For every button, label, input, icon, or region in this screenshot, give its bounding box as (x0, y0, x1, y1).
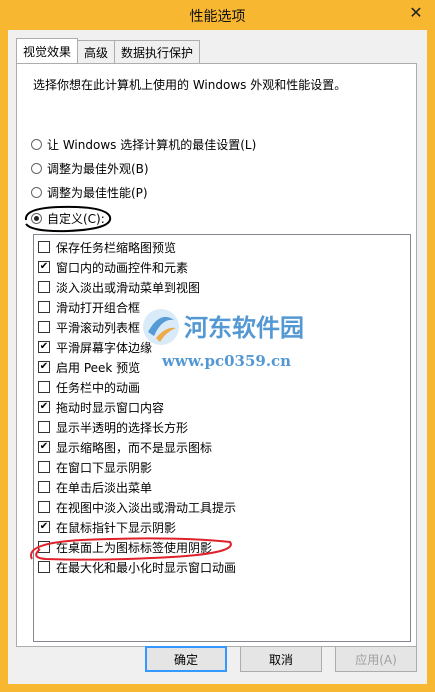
watermark-logo-icon (143, 309, 179, 345)
checkbox[interactable]: ✔ (38, 261, 50, 273)
item-label: 平滑滚动列表框 (56, 320, 141, 335)
tab-strip: 视觉效果 高级 数据执行保护 (16, 38, 201, 64)
watermark-name: 河东软件园 (184, 313, 304, 342)
checkbox[interactable] (38, 501, 50, 513)
list-item[interactable]: 保存任务栏缩略图预览 (38, 237, 176, 257)
watermark-url: www.pc0359.cn (162, 352, 292, 370)
checkbox[interactable]: ✔ (38, 441, 50, 453)
tab-advanced[interactable]: 高级 (77, 40, 116, 63)
list-item[interactable]: ✔ 启用 Peek 预览 (38, 357, 140, 377)
item-label: 在最大化和最小化时显示窗口动画 (56, 560, 237, 575)
item-label: 启用 Peek 预览 (56, 360, 141, 375)
checkbox[interactable]: ✔ (38, 361, 50, 373)
radio-button[interactable] (31, 139, 42, 150)
item-label: 任务栏中的动画 (56, 380, 141, 395)
radio-button[interactable] (31, 213, 42, 224)
item-label: 滑动打开组合框 (56, 300, 141, 315)
radio-label: 自定义(C): (47, 212, 105, 226)
list-item[interactable]: 在单击后淡出菜单 (38, 477, 152, 497)
list-item[interactable]: ✔ 在鼠标指针下显示阴影 (38, 517, 176, 537)
radio-label: 调整为最佳性能(P) (47, 186, 148, 200)
checkbox[interactable] (38, 301, 50, 313)
check-icon: ✔ (39, 521, 49, 532)
list-item[interactable]: ✔ 拖动时显示窗口内容 (38, 397, 164, 417)
list-item[interactable]: 滑动打开组合框 (38, 297, 140, 317)
item-label: 显示半透明的选择长方形 (56, 420, 189, 435)
radio-best-appearance[interactable]: 调整为最佳外观(B) (31, 160, 149, 177)
checkbox[interactable] (38, 461, 50, 473)
close-button[interactable]: ✕ (403, 1, 429, 23)
list-item[interactable]: 在桌面上为图标标签使用阴影 (38, 537, 212, 557)
tab-visual-effects[interactable]: 视觉效果 (16, 38, 79, 63)
close-icon: ✕ (409, 2, 423, 22)
checkbox[interactable] (38, 281, 50, 293)
radio-custom[interactable]: 自定义(C): (31, 210, 105, 227)
checkbox[interactable] (38, 541, 50, 553)
check-icon: ✔ (39, 441, 49, 452)
radio-button[interactable] (31, 163, 42, 174)
list-item[interactable]: 在视图中淡入淡出或滑动工具提示 (38, 497, 236, 517)
checkbox[interactable]: ✔ (38, 341, 50, 353)
checkbox[interactable]: ✔ (38, 401, 50, 413)
item-label: 窗口内的动画控件和元素 (56, 260, 189, 275)
cancel-button[interactable]: 取消 (240, 646, 322, 672)
window-title: 性能选项 (189, 9, 246, 25)
checkbox[interactable] (38, 321, 50, 333)
performance-options-window: 性能选项 ✕ 视觉效果 高级 数据执行保护 选择你想在此计算机上使用的 Wind… (0, 0, 435, 692)
checkbox[interactable] (38, 381, 50, 393)
item-label: 拖动时显示窗口内容 (56, 400, 165, 415)
radio-button[interactable] (31, 187, 42, 198)
list-item[interactable]: 任务栏中的动画 (38, 377, 140, 397)
radio-let-windows-choose[interactable]: 让 Windows 选择计算机的最佳设置(L) (31, 136, 256, 153)
checkbox[interactable] (38, 241, 50, 253)
checkbox[interactable] (38, 421, 50, 433)
checkbox[interactable]: ✔ (38, 521, 50, 533)
check-icon: ✔ (39, 341, 49, 352)
tab-label: 视觉效果 (23, 44, 72, 59)
list-item[interactable]: ✔ 平滑屏幕字体边缘 (38, 337, 152, 357)
tab-data-execution-prevention[interactable]: 数据执行保护 (114, 40, 201, 63)
tab-label: 数据执行保护 (121, 45, 194, 60)
item-label: 显示缩略图，而不是显示图标 (56, 440, 213, 455)
ok-button[interactable]: 确定 (145, 646, 227, 672)
item-label: 淡入淡出或滑动菜单到视图 (56, 280, 201, 295)
item-label: 平滑屏幕字体边缘 (56, 340, 153, 355)
check-icon: ✔ (39, 261, 49, 272)
list-item[interactable]: 淡入淡出或滑动菜单到视图 (38, 277, 200, 297)
check-icon: ✔ (39, 401, 49, 412)
checkbox[interactable] (38, 561, 50, 573)
list-item[interactable]: 在最大化和最小化时显示窗口动画 (38, 557, 236, 577)
watermark: 河东软件园 www.pc0359.cn (140, 306, 330, 376)
item-label: 在桌面上为图标标签使用阴影 (56, 540, 213, 555)
visual-effects-list[interactable]: 保存任务栏缩略图预览 ✔ 窗口内的动画控件和元素 淡入淡出或滑动菜单到视图 滑动打… (33, 234, 411, 642)
radio-label: 让 Windows 选择计算机的最佳设置(L) (47, 138, 257, 152)
list-item[interactable]: 在窗口下显示阴影 (38, 457, 152, 477)
check-icon: ✔ (39, 361, 49, 372)
tab-label: 高级 (84, 45, 109, 60)
description-text: 选择你想在此计算机上使用的 Windows 外观和性能设置。 (33, 78, 347, 92)
radio-best-performance[interactable]: 调整为最佳性能(P) (31, 184, 148, 201)
list-item[interactable]: 显示半透明的选择长方形 (38, 417, 188, 437)
apply-button: 应用(A) (335, 646, 417, 672)
item-label: 在单击后淡出菜单 (56, 480, 153, 495)
item-label: 在鼠标指针下显示阴影 (56, 520, 177, 535)
title-bar: 性能选项 ✕ (0, 0, 435, 30)
item-label: 保存任务栏缩略图预览 (56, 240, 177, 255)
radio-label: 调整为最佳外观(B) (47, 162, 149, 176)
list-item[interactable]: ✔ 窗口内的动画控件和元素 (38, 257, 188, 277)
item-label: 在窗口下显示阴影 (56, 460, 153, 475)
item-label: 在视图中淡入淡出或滑动工具提示 (56, 500, 237, 515)
list-item[interactable]: ✔ 显示缩略图，而不是显示图标 (38, 437, 212, 457)
checkbox[interactable] (38, 481, 50, 493)
list-item[interactable]: 平滑滚动列表框 (38, 317, 140, 337)
